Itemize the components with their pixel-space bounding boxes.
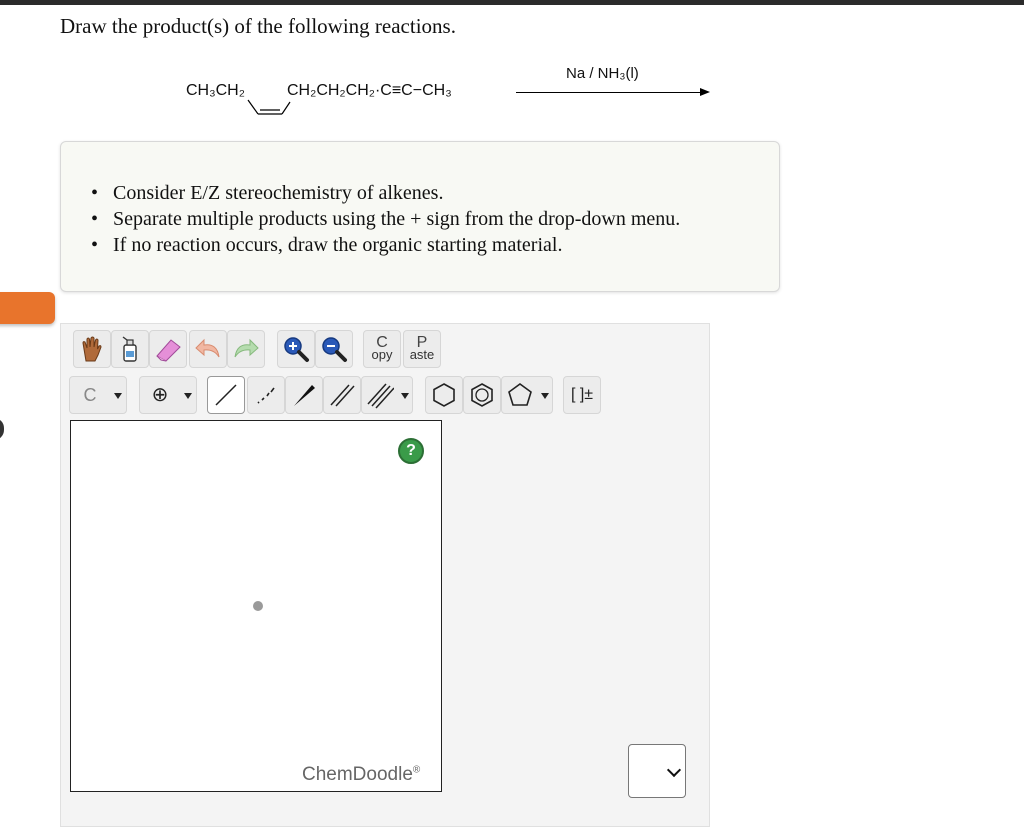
top-bar	[0, 0, 1024, 5]
zoom-in-icon	[284, 337, 309, 362]
pentagon-icon	[508, 383, 532, 406]
triple-bond-tool-button[interactable]	[361, 376, 413, 414]
side-tab-button[interactable]	[0, 292, 55, 324]
chevron-down-icon	[666, 762, 682, 778]
eraser-icon	[156, 339, 181, 362]
bracket-label: [ ]±	[570, 386, 594, 403]
zoom-out-button[interactable]	[315, 330, 353, 368]
dashed-bond-tool-button[interactable]	[247, 376, 285, 414]
chevron-down-icon	[184, 393, 192, 399]
paste-label-bottom: aste	[409, 347, 435, 362]
hexagon-icon	[433, 383, 455, 407]
instruction-item: Separate multiple products using the + s…	[91, 206, 680, 232]
charge-picker-button[interactable]: ⊕	[139, 376, 197, 414]
reaction-scheme: CH₃CH₂ CH₂CH₂CH₂·C≡C−CH₃ Na / NH₃(l)	[186, 60, 726, 130]
zoom-out-icon	[322, 337, 347, 362]
reaction-arrow-head	[700, 88, 710, 96]
charge-label: ⊕	[151, 384, 169, 406]
element-picker-button[interactable]: C	[69, 376, 127, 414]
copy-button[interactable]: Copy	[363, 330, 401, 368]
help-button[interactable]: ?	[398, 438, 424, 464]
chevron-down-icon	[541, 393, 549, 399]
single-bond-tool-button[interactable]	[207, 376, 245, 414]
cis-alkene-bond-icon	[247, 99, 291, 115]
instruction-item: If no reaction occurs, draw the organic …	[91, 232, 680, 258]
clear-tool-button[interactable]	[111, 330, 149, 368]
reactant-left-group: CH₃CH₂	[186, 82, 245, 99]
element-label: C	[83, 385, 97, 405]
benzene-tool-button[interactable]	[463, 376, 501, 414]
benzene-icon	[471, 383, 493, 407]
instruction-item: Consider E/Z stereochemistry of alkenes.	[91, 180, 680, 206]
wedge-bond-icon	[294, 385, 315, 406]
undo-button[interactable]	[189, 330, 227, 368]
copy-label-bottom: opy	[371, 347, 393, 362]
chevron-down-icon	[401, 393, 409, 399]
brand-name: ChemDoodle	[302, 764, 413, 785]
double-bond-tool-button[interactable]	[323, 376, 361, 414]
bracket-tool-button[interactable]: [ ]±	[563, 376, 601, 414]
redo-icon	[234, 338, 259, 358]
cyclopentane-tool-button[interactable]	[501, 376, 553, 414]
instructions-panel: Consider E/Z stereochemistry of alkenes.…	[60, 141, 780, 292]
cyclohexane-tool-button[interactable]	[425, 376, 463, 414]
hand-tool-button[interactable]	[73, 330, 111, 368]
hand-icon	[82, 336, 102, 362]
eraser-bottle-icon	[122, 336, 137, 362]
question-prompt: Draw the product(s) of the following rea…	[60, 14, 456, 38]
chemdoodle-logo: ChemDoodle®	[302, 764, 420, 786]
redo-button[interactable]	[227, 330, 265, 368]
triple-bond-icon	[367, 383, 394, 409]
reactant-right-group: CH₂CH₂CH₂·C≡C−CH₃	[287, 82, 452, 99]
instructions-list: Consider E/Z stereochemistry of alkenes.…	[91, 180, 680, 258]
brand-mark: ®	[412, 764, 421, 776]
answer-dropdown[interactable]	[628, 744, 686, 798]
eraser-tool-button[interactable]	[149, 330, 187, 368]
dashed-bond-icon	[257, 387, 275, 404]
wedge-bond-tool-button[interactable]	[285, 376, 323, 414]
double-bond-icon	[330, 384, 355, 407]
canvas-cursor-dot	[253, 601, 263, 611]
side-handle[interactable]	[0, 418, 4, 440]
drawing-canvas[interactable]: ? ChemDoodle®	[70, 420, 442, 792]
zoom-in-button[interactable]	[277, 330, 315, 368]
chevron-down-icon	[114, 393, 122, 399]
reagent-label: Na / NH₃(l)	[566, 65, 639, 82]
single-bond-icon	[215, 384, 237, 406]
undo-icon	[195, 338, 220, 358]
paste-button[interactable]: Paste	[403, 330, 441, 368]
reaction-arrow	[516, 92, 706, 93]
